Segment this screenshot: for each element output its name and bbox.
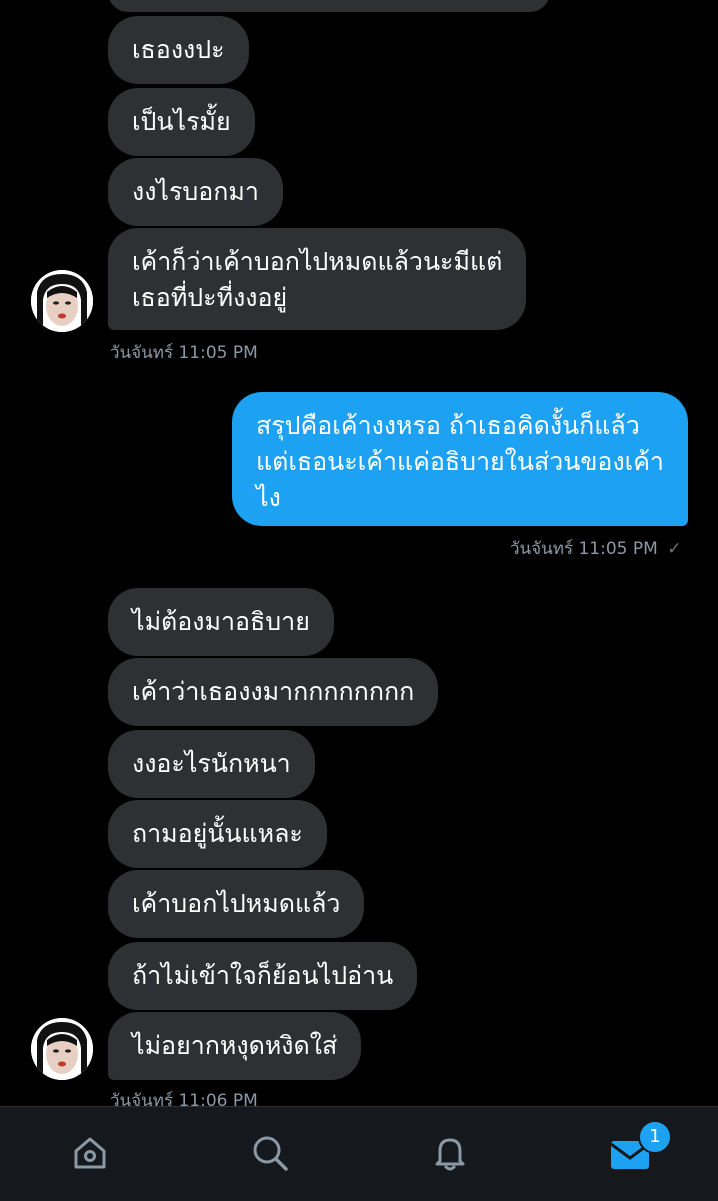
tab-search[interactable] bbox=[220, 1107, 320, 1201]
message-bubble[interactable]: ถามอยู่นั้นแหละ bbox=[108, 800, 327, 868]
message-bubble[interactable]: ไม่อยากหงุดหงิดใส่ bbox=[108, 1012, 362, 1080]
face-photo-icon bbox=[31, 270, 93, 332]
message-bubble[interactable]: เค้าว่าเธองงมากกกกกกกก bbox=[108, 658, 439, 726]
message-bubble[interactable]: เป็นไรมั้ย bbox=[108, 88, 255, 156]
conversation-view[interactable]: เธองงปะ เป็นไรมั้ย งงไรบอกมา เค้าก็ว่าเค… bbox=[0, 0, 718, 1106]
message-timestamp: วันจันทร์ 11:05 PM ✓ bbox=[510, 538, 681, 560]
message-bubble-partial[interactable] bbox=[108, 0, 550, 12]
sent-message-bubble[interactable]: สรุปคือเค้างงหรอ ถ้าเธอคิดงั้นก็แล้ว แต่… bbox=[232, 392, 688, 526]
tab-home[interactable] bbox=[40, 1107, 140, 1201]
message-bubble[interactable]: เธองงปะ bbox=[108, 16, 249, 84]
home-icon bbox=[74, 1137, 106, 1169]
bottom-tab-bar bbox=[0, 1106, 718, 1201]
search-icon bbox=[253, 1136, 288, 1171]
message-bubble[interactable]: ถ้าไม่เข้าใจก็ย้อนไปอ่าน bbox=[108, 942, 418, 1010]
bell-icon bbox=[435, 1138, 465, 1171]
message-bubble[interactable]: งงอะไรนักหนา bbox=[108, 730, 315, 798]
tab-notifications[interactable] bbox=[400, 1107, 500, 1201]
timestamp-text: วันจันทร์ 11:05 PM bbox=[510, 539, 658, 559]
face-photo-icon bbox=[31, 1018, 93, 1080]
avatar[interactable] bbox=[31, 1018, 93, 1080]
messages-badge: 1 bbox=[638, 1120, 672, 1154]
message-bubble[interactable]: เค้าก็ว่าเค้าบอกไปหมดแล้วนะมีแต่ เธอที่ป… bbox=[108, 228, 527, 330]
message-bubble[interactable]: ไม่ต้องมาอธิบาย bbox=[108, 588, 334, 656]
message-timestamp: วันจันทร์ 11:05 PM bbox=[110, 343, 258, 363]
avatar[interactable] bbox=[31, 270, 93, 332]
message-timestamp: วันจันทร์ 11:06 PM bbox=[110, 1091, 258, 1106]
message-bubble[interactable]: เค้าบอกไปหมดแล้ว bbox=[108, 870, 365, 938]
message-bubble[interactable]: งงไรบอกมา bbox=[108, 158, 283, 226]
sent-check-icon: ✓ bbox=[667, 539, 682, 559]
